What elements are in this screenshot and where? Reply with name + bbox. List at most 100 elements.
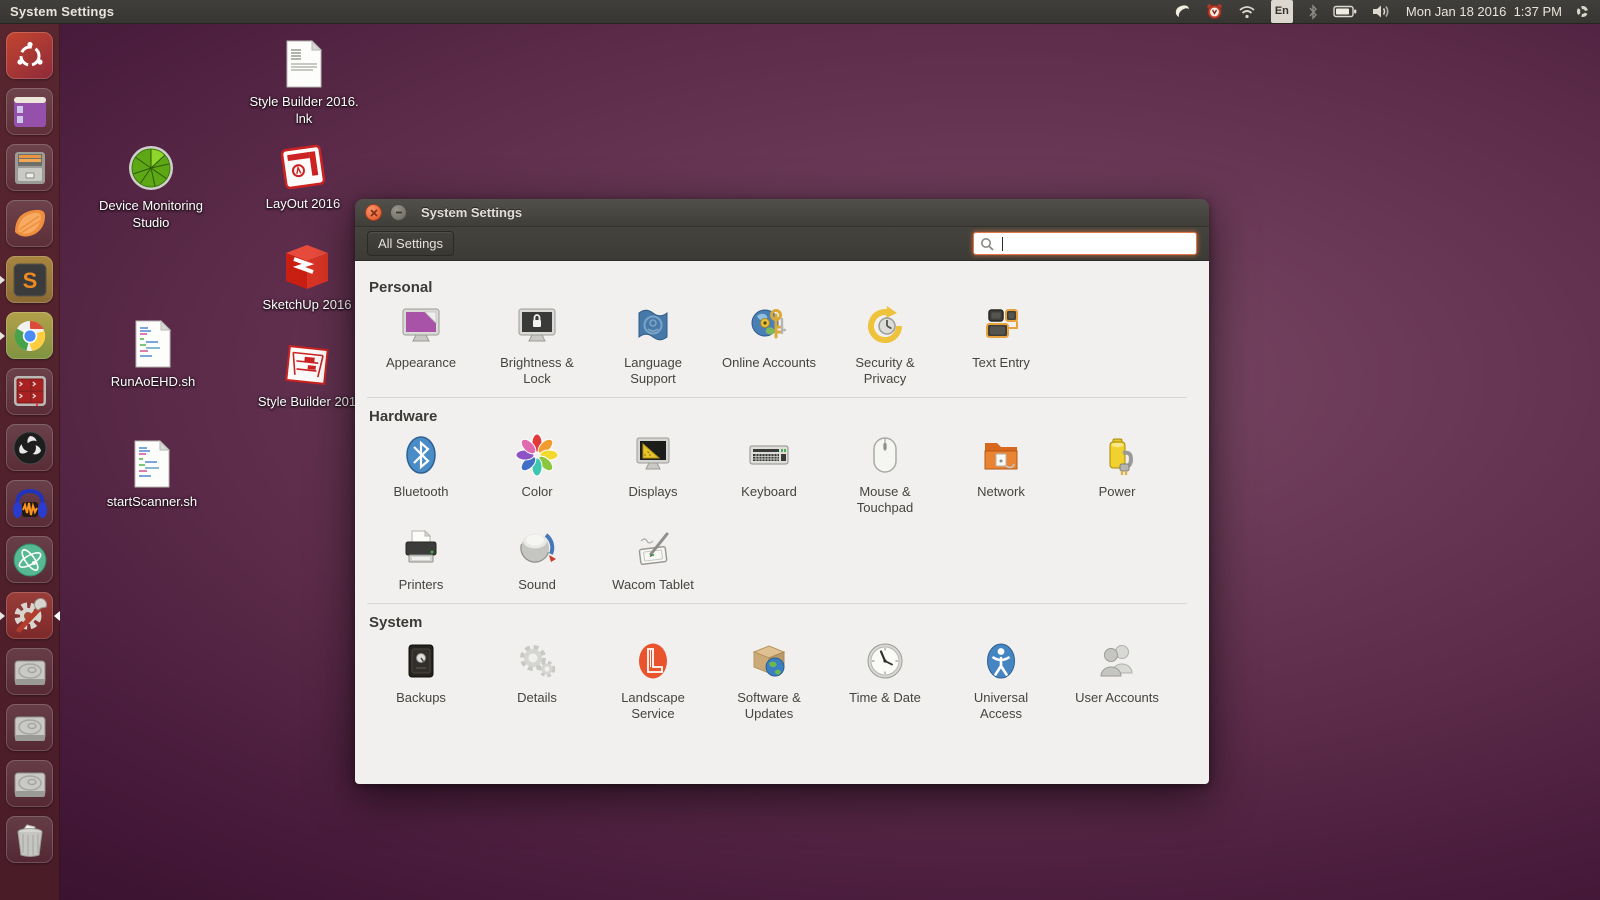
system-grid: Backups Details Landscape Service Softwa… <box>363 637 1191 722</box>
settings-item-user-accounts[interactable]: User Accounts <box>1062 637 1172 722</box>
crescent-moon-icon[interactable] <box>1173 0 1191 23</box>
search-box[interactable] <box>973 232 1197 255</box>
settings-item-details[interactable]: Details <box>482 637 592 722</box>
displays-icon <box>629 431 677 479</box>
running-arrow-icon <box>0 330 5 341</box>
power-icon <box>1093 431 1141 479</box>
desktop-icon-label: Style Builder 201 <box>257 394 357 409</box>
settings-item-text-entry[interactable]: Text Entry <box>946 302 1056 387</box>
system-settings-icon[interactable] <box>0 592 60 639</box>
alarm-clock-icon[interactable] <box>1206 0 1223 23</box>
window-titlebar[interactable]: System Settings <box>355 199 1209 227</box>
all-settings-button[interactable]: All Settings <box>367 231 455 256</box>
bluetooth-icon[interactable] <box>1308 0 1318 23</box>
backups-icon <box>397 637 445 685</box>
close-button[interactable] <box>365 204 382 221</box>
desktop-icon-label: Style Builder 2016. lnk <box>249 94 359 126</box>
mouse-touchpad-icon <box>861 431 909 479</box>
settings-item-label: Displays <box>628 484 678 499</box>
hard-disk-icon[interactable] <box>6 760 53 807</box>
settings-item-printers[interactable]: Printers <box>366 524 476 593</box>
desktop-icon-runaoehd-sh[interactable]: RunAoEHD.sh <box>88 320 218 390</box>
wacom-tablet-icon <box>629 524 677 572</box>
section-title-personal: Personal <box>369 279 433 296</box>
keyboard-settings-icon <box>745 431 793 479</box>
running-arrow-icon <box>0 274 5 285</box>
obs-studio-icon[interactable] <box>6 424 53 471</box>
search-input[interactable] <box>1000 233 1190 254</box>
brightness-lock-icon <box>513 302 561 350</box>
settings-item-color[interactable]: Color <box>482 431 592 516</box>
settings-item-label: Online Accounts <box>722 355 816 370</box>
settings-item-network[interactable]: Network <box>946 431 1056 516</box>
settings-item-label: User Accounts <box>1075 690 1159 705</box>
window-title: System Settings <box>421 205 523 220</box>
desktop-icon-device-monitoring-studio[interactable]: Device Monitoring Studio <box>86 144 216 231</box>
settings-item-displays[interactable]: Displays <box>598 431 708 516</box>
settings-item-language-support[interactable]: Language Support <box>598 302 708 387</box>
keyboard-layout-indicator[interactable]: En <box>1270 0 1293 23</box>
settings-item-online-accounts[interactable]: Online Accounts <box>714 302 824 387</box>
style-builder-icon <box>285 345 329 385</box>
settings-item-appearance[interactable]: Appearance <box>366 302 476 387</box>
layout-icon <box>280 144 326 190</box>
settings-item-bluetooth[interactable]: Bluetooth <box>366 431 476 516</box>
wifi-icon[interactable] <box>1238 0 1256 23</box>
settings-item-software-updates[interactable]: Software & Updates <box>714 637 824 722</box>
settings-item-label: Color <box>521 484 553 499</box>
audacity-icon[interactable] <box>6 480 53 527</box>
desktop-icon-startscanner-sh[interactable]: startScanner.sh <box>87 440 217 510</box>
hardware-grid: Bluetooth Color Displays Keyboard Mouse … <box>363 431 1191 593</box>
settings-item-label: Keyboard <box>741 484 797 499</box>
atom-icon[interactable] <box>6 536 53 583</box>
settings-item-label: Wacom Tablet <box>612 577 694 592</box>
language-support-icon <box>629 302 677 350</box>
desktop-icon-style-builder-2016[interactable]: Style Builder 201 <box>242 342 372 410</box>
text-entry-icon <box>977 302 1025 350</box>
settings-item-keyboard[interactable]: Keyboard <box>714 431 824 516</box>
session-gear-icon[interactable] <box>1577 0 1588 23</box>
purple-window-app-icon[interactable] <box>6 88 53 135</box>
volume-icon[interactable] <box>1372 0 1391 23</box>
sublime-text-icon[interactable]: S <box>0 256 53 303</box>
script-file-icon <box>134 440 171 488</box>
clementine-icon[interactable] <box>6 200 53 247</box>
desktop-icon-sketchup-2016[interactable]: SketchUp 2016 <box>242 243 372 313</box>
file-cabinet-icon[interactable] <box>6 144 53 191</box>
indicator-area: En Mon Jan 18 2016 1:37 PM <box>1173 0 1600 23</box>
desktop-icon-label: startScanner.sh <box>106 494 198 509</box>
terminator-icon[interactable] <box>6 368 53 415</box>
trash-icon[interactable] <box>6 816 53 863</box>
user-accounts-icon <box>1093 637 1141 685</box>
settings-item-label: Network <box>977 484 1025 499</box>
section-separator <box>367 397 1187 398</box>
settings-item-universal-access[interactable]: Universal Access <box>946 637 1056 722</box>
desktop-icon-style-builder-lnk[interactable]: Style Builder 2016. lnk <box>239 40 369 127</box>
section-separator <box>367 603 1187 604</box>
security-privacy-icon <box>861 302 909 350</box>
settings-item-power[interactable]: Power <box>1062 431 1172 516</box>
settings-item-brightness-lock[interactable]: Brightness & Lock <box>482 302 592 387</box>
settings-item-label: Sound <box>518 577 556 592</box>
settings-item-security-privacy[interactable]: Security & Privacy <box>830 302 940 387</box>
hard-disk-icon[interactable] <box>6 648 53 695</box>
minimize-button[interactable] <box>390 204 407 221</box>
settings-item-landscape-service[interactable]: Landscape Service <box>598 637 708 722</box>
settings-item-mouse-touchpad[interactable]: Mouse & Touchpad <box>830 431 940 516</box>
section-title-system: System <box>369 614 423 631</box>
sound-settings-icon <box>513 524 561 572</box>
desktop-icon-label: SketchUp 2016 <box>262 297 352 312</box>
settings-item-sound[interactable]: Sound <box>482 524 592 593</box>
ubuntu-dash-icon[interactable] <box>6 32 53 79</box>
settings-item-time-date[interactable]: Time & Date <box>830 637 940 722</box>
panel-clock[interactable]: Mon Jan 18 2016 1:37 PM <box>1406 0 1562 23</box>
settings-item-label: Details <box>517 690 557 705</box>
google-chrome-icon[interactable] <box>0 312 53 359</box>
desktop-icon-layout-2016[interactable]: LayOut 2016 <box>238 144 368 212</box>
settings-item-backups[interactable]: Backups <box>366 637 476 722</box>
battery-icon[interactable] <box>1333 0 1357 23</box>
settings-item-wacom-tablet[interactable]: Wacom Tablet <box>598 524 708 593</box>
settings-item-label: Time & Date <box>849 690 921 705</box>
unity-launcher: S <box>0 24 60 900</box>
hard-disk-icon[interactable] <box>6 704 53 751</box>
